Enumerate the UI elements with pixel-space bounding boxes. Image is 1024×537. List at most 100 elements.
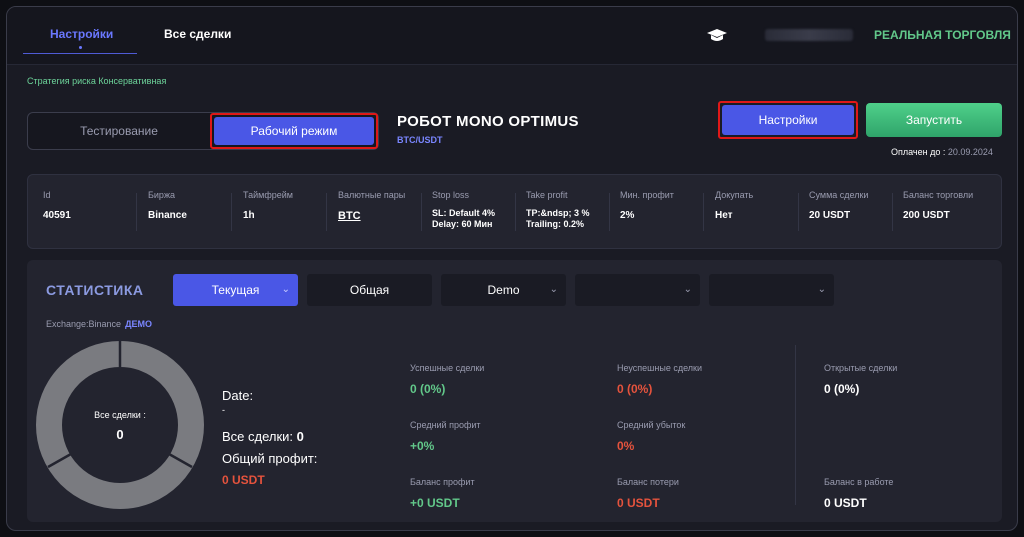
info-label: Докупать bbox=[715, 190, 754, 200]
info-label: Баланс торговли bbox=[903, 190, 974, 200]
metric-label: Открытые сделки bbox=[824, 363, 898, 373]
statistics-title: СТАТИСТИКА bbox=[46, 282, 144, 298]
info-label: Таймфрейм bbox=[243, 190, 293, 200]
start-button[interactable]: Запустить bbox=[866, 103, 1002, 137]
metric-avg-profit: Средний профит +0% bbox=[410, 420, 481, 453]
robot-title: РОБОТ MONO OPTIMUS bbox=[397, 113, 579, 130]
mode-testing-button[interactable]: Тестирование bbox=[28, 113, 210, 149]
settings-button-highlight[interactable]: Настройки bbox=[718, 101, 858, 139]
tab-settings[interactable]: Настройки bbox=[50, 27, 113, 49]
empty-select-1[interactable]: ⌄ bbox=[575, 274, 700, 306]
info-exchange: Биржа Binance bbox=[148, 187, 187, 237]
deals-donut-chart: Все сделки : 0 bbox=[36, 341, 204, 509]
tab-all-deals[interactable]: Все сделки bbox=[164, 27, 231, 41]
mode-work-button-highlight[interactable]: Рабочий режим bbox=[210, 113, 378, 149]
info-value-link[interactable]: BTC bbox=[338, 210, 405, 222]
info-value: 20 USDT bbox=[809, 210, 851, 221]
divider bbox=[795, 345, 796, 505]
info-label: Take profit bbox=[526, 190, 568, 200]
info-value: TP:&ndsp; 3 % Trailing: 0.2% bbox=[526, 208, 590, 230]
metric-value: 0 (0%) bbox=[410, 382, 446, 396]
info-label: Валютные пары bbox=[338, 190, 406, 200]
info-value: 200 USDT bbox=[903, 210, 950, 221]
info-trading-balance: Баланс торговли 200 USDT bbox=[903, 187, 973, 237]
date-value: - bbox=[222, 405, 225, 415]
active-tab-underline bbox=[23, 53, 137, 54]
info-stop-loss: Stop loss SL: Default 4% Delay: 60 Мин bbox=[432, 187, 495, 237]
metric-value: +0% bbox=[410, 439, 435, 453]
metric-label: Неуспешные сделки bbox=[617, 363, 703, 373]
metric-successful-deals: Успешные сделки 0 (0%) bbox=[410, 363, 484, 396]
divider bbox=[421, 193, 422, 231]
graduation-cap-icon[interactable] bbox=[707, 29, 727, 43]
demo-badge: ДЕМО bbox=[125, 319, 152, 329]
info-take-profit: Take profit TP:&ndsp; 3 % Trailing: 0.2% bbox=[526, 187, 590, 237]
mode-work-button[interactable]: Рабочий режим bbox=[214, 117, 374, 145]
metric-balance-in-work: Баланс в работе 0 USDT bbox=[824, 477, 893, 510]
exchange-label: Exchange:Binance bbox=[46, 319, 122, 329]
delay-line: Delay: 60 Мин bbox=[432, 219, 493, 229]
total-profit-label: Общий профит: bbox=[222, 451, 318, 466]
divider bbox=[231, 193, 232, 231]
info-id: Id 40591 bbox=[43, 187, 71, 237]
select-value: Текущая bbox=[211, 283, 260, 297]
metric-value: 0 (0%) bbox=[824, 382, 860, 396]
info-deal-amount: Сумма сделки 20 USDT bbox=[809, 187, 868, 237]
robot-info-panel: Id 40591 Биржа Binance Таймфрейм 1h Валю… bbox=[27, 174, 1002, 249]
metric-label: Средний убыток bbox=[617, 420, 686, 430]
paid-until: Оплачен до : 20.09.2024 bbox=[891, 147, 993, 157]
metric-label: Баланс потери bbox=[617, 477, 679, 487]
metric-balance-profit: Баланс профит +0 USDT bbox=[410, 477, 475, 510]
total-profit-value: 0 USDT bbox=[222, 473, 265, 487]
metric-balance-loss: Баланс потери 0 USDT bbox=[617, 477, 679, 510]
chevron-down-icon: ⌄ bbox=[281, 284, 290, 295]
all-deals: Все сделки: 0 bbox=[222, 429, 304, 444]
all-deals-value: 0 bbox=[296, 429, 304, 444]
metric-value: 0% bbox=[617, 439, 635, 453]
exchange-info: Exchange:Binance ДЕМО bbox=[46, 319, 152, 329]
user-account-blurred[interactable] bbox=[765, 29, 853, 41]
trading-mode-label: РЕАЛЬНАЯ ТОРГОВЛЯ bbox=[874, 28, 1011, 42]
metric-label: Баланс в работе bbox=[824, 477, 894, 487]
info-pairs: Валютные пары BTC bbox=[338, 187, 405, 237]
period-total-button[interactable]: Общая bbox=[307, 274, 432, 306]
info-label: Сумма сделки bbox=[809, 190, 869, 200]
top-bar: Настройки Все сделки РЕАЛЬНАЯ ТОРГОВЛЯ bbox=[7, 7, 1017, 65]
metric-value: 0 (0%) bbox=[617, 382, 653, 396]
select-value: Общая bbox=[349, 283, 390, 297]
account-demo-select[interactable]: Demo ⌄ bbox=[441, 274, 566, 306]
metric-value: 0 USDT bbox=[617, 496, 660, 510]
divider bbox=[703, 193, 704, 231]
info-value: 40591 bbox=[43, 210, 71, 221]
metric-label: Баланс профит bbox=[410, 477, 475, 487]
info-value: 2% bbox=[620, 210, 635, 221]
divider bbox=[136, 193, 137, 231]
divider bbox=[326, 193, 327, 231]
info-timeframe: Таймфрейм 1h bbox=[243, 187, 293, 237]
date-label: Date: bbox=[222, 388, 254, 403]
info-value: Нет bbox=[715, 210, 733, 221]
empty-select-2[interactable]: ⌄ bbox=[709, 274, 834, 306]
tp-line: TP:&ndsp; 3 % bbox=[526, 208, 590, 218]
all-deals-label: Все сделки: bbox=[222, 429, 294, 444]
donut-label: Все сделки : bbox=[94, 410, 146, 420]
donut-ring bbox=[36, 341, 204, 509]
sl-line: SL: Default 4% bbox=[432, 208, 496, 218]
info-label: Мин. профит bbox=[620, 190, 674, 200]
settings-button[interactable]: Настройки bbox=[722, 105, 854, 135]
period-current-select[interactable]: Текущая ⌄ bbox=[173, 274, 298, 306]
metric-value: 0 USDT bbox=[824, 496, 867, 510]
metric-label: Успешные сделки bbox=[410, 363, 485, 373]
metric-avg-loss: Средний убыток 0% bbox=[617, 420, 685, 453]
info-rebuy: Докупать Нет bbox=[715, 187, 753, 237]
statistics-panel: СТАТИСТИКА Текущая ⌄ Общая Demo ⌄ ⌄ ⌄ Ex… bbox=[27, 260, 1002, 522]
info-value: Binance bbox=[148, 210, 187, 221]
metric-label: Средний профит bbox=[410, 420, 481, 430]
robot-pair: BTC/USDT bbox=[397, 135, 443, 145]
select-value: Demo bbox=[487, 283, 520, 297]
mode-toggle: Тестирование Рабочий режим bbox=[27, 112, 379, 150]
app-window: Настройки Все сделки РЕАЛЬНАЯ ТОРГОВЛЯ С… bbox=[6, 6, 1018, 531]
chevron-down-icon: ⌄ bbox=[549, 284, 558, 295]
metric-failed-deals: Неуспешные сделки 0 (0%) bbox=[617, 363, 702, 396]
donut-value: 0 bbox=[116, 427, 123, 442]
